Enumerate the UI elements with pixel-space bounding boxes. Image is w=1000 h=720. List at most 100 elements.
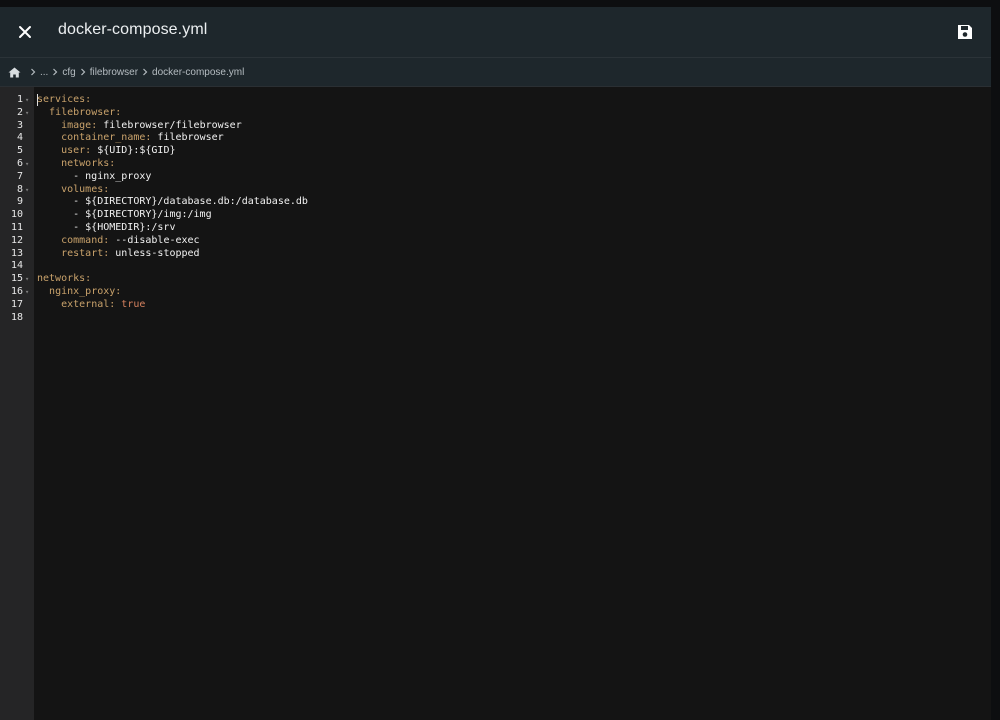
close-icon xyxy=(19,26,31,38)
line-number: 18 xyxy=(10,311,23,323)
line-number: 7 xyxy=(16,170,23,182)
code-line[interactable]: 9 - ${DIRECTORY}/database.db:/database.d… xyxy=(0,196,991,209)
line-number: 3 xyxy=(16,119,23,131)
code-line[interactable]: 17 external: true xyxy=(0,299,991,312)
code-line[interactable]: 11 - ${HOMEDIR}:/srv xyxy=(0,222,991,235)
code-line[interactable]: 8 ▾ volumes: xyxy=(0,184,991,197)
yaml-value: true xyxy=(115,298,146,310)
breadcrumb-item-current-file[interactable]: docker-compose.yml xyxy=(152,67,244,78)
fold-arrow-icon[interactable]: ▾ xyxy=(25,184,33,197)
yaml-value: - ${DIRECTORY}/database.db:/database.db xyxy=(73,196,308,208)
line-number: 10 xyxy=(10,209,23,221)
code-line[interactable]: 6 ▾ networks: xyxy=(0,158,991,171)
yaml-key: user: xyxy=(61,145,92,157)
code-editor[interactable]: 1 ▾ services: 2 ▾ filebrowser: 3 image: fileb… xyxy=(0,87,991,720)
code-line[interactable]: 18 xyxy=(0,312,991,325)
fold-arrow-icon[interactable]: ▾ xyxy=(25,286,33,299)
home-icon[interactable] xyxy=(8,65,22,79)
code-text: external: true xyxy=(37,299,145,312)
code-line[interactable]: 2 ▾ filebrowser: xyxy=(0,107,991,120)
code-text: image: filebrowser/filebrowser xyxy=(37,120,242,133)
code-text: volumes: xyxy=(37,184,109,197)
code-text: networks: xyxy=(37,273,91,286)
line-number: 11 xyxy=(10,222,23,233)
text-cursor xyxy=(37,94,38,106)
yaml-value: - ${DIRECTORY}/img:/img xyxy=(73,209,212,221)
line-number: 14 xyxy=(10,260,23,272)
yaml-key: external: xyxy=(61,298,116,310)
yaml-key: command: xyxy=(61,234,110,246)
yaml-value: - ${HOMEDIR}:/srv xyxy=(73,222,176,233)
code-text: command: --disable-exec xyxy=(37,234,200,248)
code-text: - ${DIRECTORY}/img:/img xyxy=(37,209,212,222)
code-line[interactable]: 10 - ${DIRECTORY}/img:/img xyxy=(0,209,991,222)
code-line[interactable]: 15 ▾ networks: xyxy=(0,273,991,286)
code-text: user: ${UID}:${GID} xyxy=(37,145,176,158)
code-line[interactable]: 1 ▾ services: xyxy=(0,94,991,107)
fold-arrow-icon[interactable]: ▾ xyxy=(25,94,33,107)
line-number: 12 xyxy=(10,234,23,246)
yaml-value: unless-stopped xyxy=(109,247,200,259)
code-text: networks: xyxy=(37,158,115,171)
line-number: 1 xyxy=(16,94,23,105)
code-line[interactable]: 16 ▾ nginx_proxy: xyxy=(0,286,991,299)
yaml-value: ${UID}:${GID} xyxy=(91,145,176,157)
chevron-right-icon xyxy=(52,68,58,76)
close-button[interactable] xyxy=(12,19,38,45)
yaml-value: filebrowser/filebrowser xyxy=(97,119,242,131)
code-text: - ${DIRECTORY}/database.db:/database.db xyxy=(37,196,308,209)
yaml-key: container_name: xyxy=(61,132,152,144)
chevron-right-icon xyxy=(142,68,148,76)
code-line[interactable]: 4 container_name: filebrowser xyxy=(0,132,991,145)
yaml-key: nginx_proxy: xyxy=(49,286,122,297)
line-number: 16 xyxy=(10,286,23,297)
yaml-value: --disable-exec xyxy=(109,234,200,246)
line-number: 9 xyxy=(16,196,23,208)
code-line[interactable]: 7 - nginx_proxy xyxy=(0,171,991,184)
yaml-value: - nginx_proxy xyxy=(73,170,152,182)
save-button[interactable] xyxy=(953,20,977,44)
yaml-key: image: xyxy=(61,119,98,131)
code-text: filebrowser: xyxy=(37,107,121,120)
yaml-key: services: xyxy=(37,94,92,105)
code-line[interactable]: 13 restart: unless-stopped xyxy=(0,248,991,261)
yaml-key: networks: xyxy=(37,273,92,285)
line-number: 5 xyxy=(16,145,23,157)
code-line[interactable]: 14 xyxy=(0,260,991,273)
code-text: services: xyxy=(37,94,91,107)
line-number: 2 xyxy=(16,106,23,118)
editor-window: docker-compose.yml ... cfg filebrowser d… xyxy=(0,7,991,720)
fold-arrow-icon[interactable]: ▾ xyxy=(25,273,33,286)
breadcrumb-item-ellipsis[interactable]: ... xyxy=(40,67,48,78)
line-number: 15 xyxy=(10,273,23,285)
breadcrumb-item-cfg[interactable]: cfg xyxy=(62,67,75,78)
code-line[interactable]: 5 user: ${UID}:${GID} xyxy=(0,145,991,158)
line-number: 4 xyxy=(16,132,23,144)
chevron-right-icon xyxy=(30,68,36,76)
breadcrumb-item-filebrowser[interactable]: filebrowser xyxy=(90,67,138,78)
code-text: - ${HOMEDIR}:/srv xyxy=(37,222,175,235)
breadcrumb: ... cfg filebrowser docker-compose.yml xyxy=(0,58,991,87)
yaml-key: filebrowser: xyxy=(49,106,122,118)
line-number: 6 xyxy=(16,158,23,169)
code-line[interactable]: 12 command: --disable-exec xyxy=(0,235,991,248)
line-number: 13 xyxy=(10,247,23,259)
code-text: restart: unless-stopped xyxy=(37,247,200,261)
window-edge xyxy=(991,7,1000,720)
save-icon xyxy=(958,25,972,39)
file-title: docker-compose.yml xyxy=(58,21,208,38)
yaml-key: restart: xyxy=(61,247,110,259)
code-text: nginx_proxy: xyxy=(37,286,121,299)
header-bar: docker-compose.yml xyxy=(0,7,991,58)
yaml-key: networks: xyxy=(61,158,116,169)
line-number: 8 xyxy=(16,183,23,195)
fold-arrow-icon[interactable]: ▾ xyxy=(25,107,33,120)
fold-arrow-icon[interactable]: ▾ xyxy=(25,158,33,171)
line-number: 17 xyxy=(10,298,23,310)
code-line[interactable]: 3 image: filebrowser/filebrowser xyxy=(0,120,991,133)
chevron-right-icon xyxy=(80,68,86,76)
code-text: - nginx_proxy xyxy=(37,171,151,184)
yaml-key: volumes: xyxy=(61,183,110,195)
code-text: container_name: filebrowser xyxy=(37,132,224,145)
yaml-value: filebrowser xyxy=(151,132,224,144)
